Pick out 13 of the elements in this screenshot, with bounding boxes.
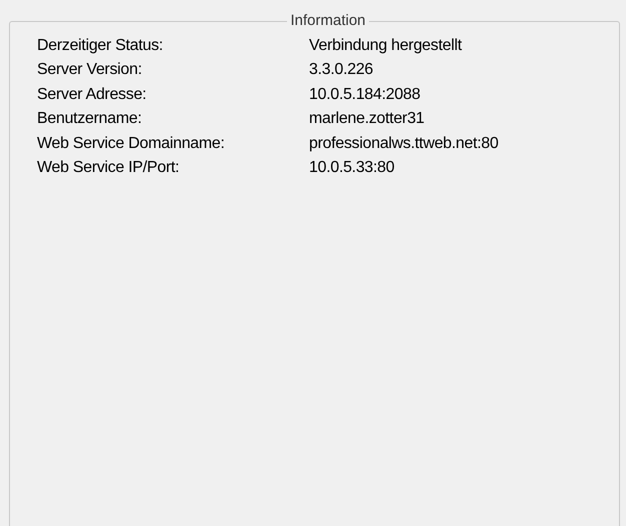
field-label: Web Service IP/Port:	[37, 158, 180, 178]
field-label: Benutzername:	[37, 109, 143, 128]
field-label: Server Adresse:	[37, 84, 148, 104]
group-title: Information	[289, 11, 367, 31]
field-label: Web Service Domainname:	[37, 134, 226, 153]
field-value: 3.3.0.226	[309, 60, 374, 80]
field-value: Verbindung hergestellt	[309, 36, 463, 55]
field-value: 10.0.5.184:2088	[309, 84, 422, 104]
field-label: Derzeitiger Status:	[37, 36, 164, 55]
field-value: marlene.zotter31	[309, 109, 426, 128]
field-label: Server Version:	[37, 60, 143, 80]
field-value: professionalws.ttweb.net:80	[309, 134, 500, 153]
field-value: 10.0.5.33:80	[309, 158, 396, 178]
